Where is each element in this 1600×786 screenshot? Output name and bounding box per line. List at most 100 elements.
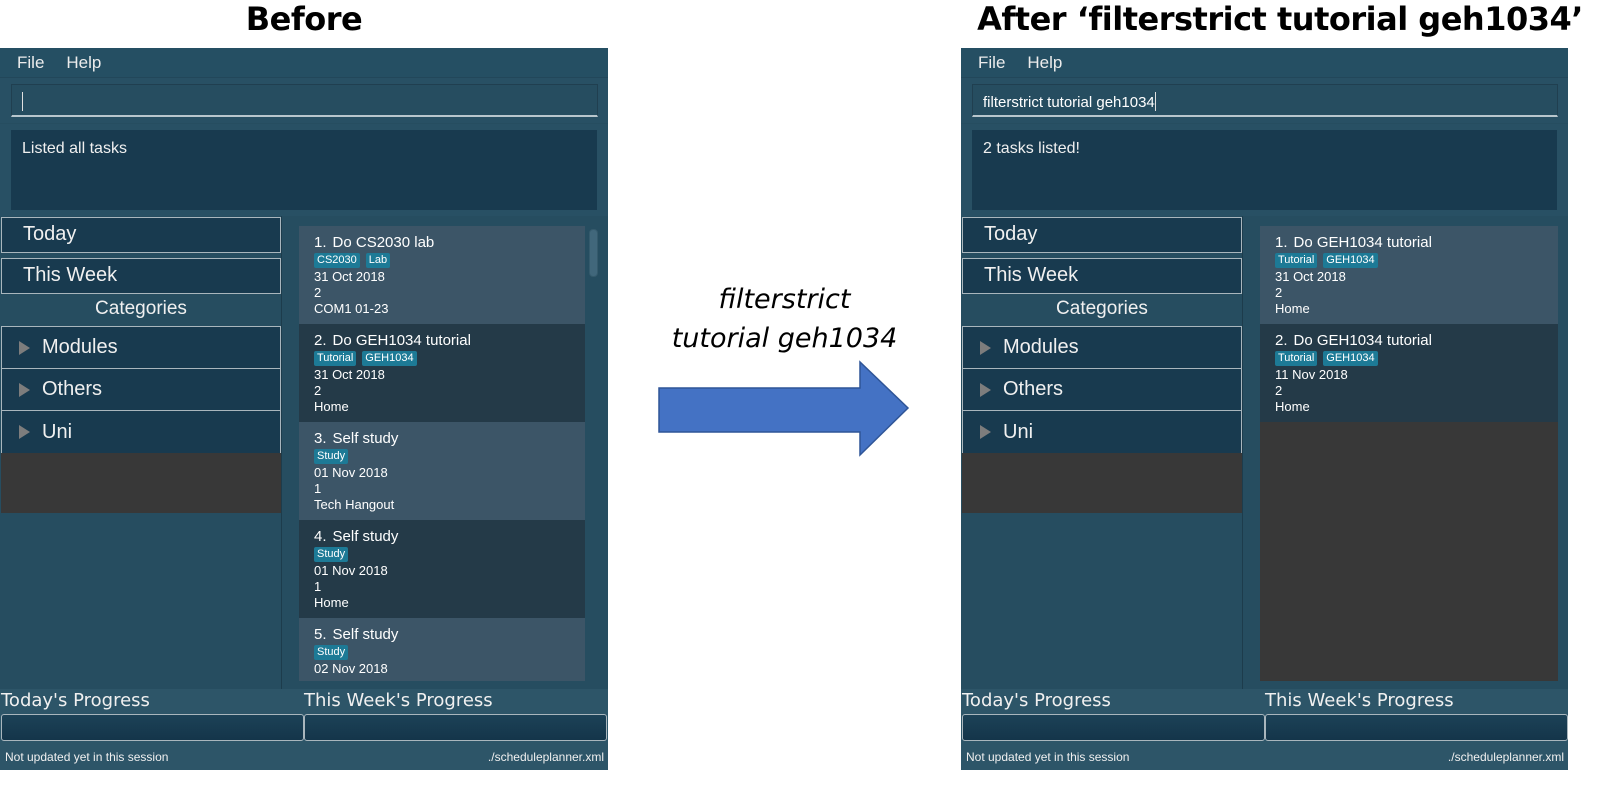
task-index: 2. [1275, 332, 1288, 349]
today-progress-label: Today's Progress [962, 690, 1111, 711]
category-uni[interactable]: Uni [2, 411, 280, 453]
expand-triangle-icon[interactable] [19, 382, 30, 397]
today-button[interactable]: Today [962, 217, 1242, 253]
category-others[interactable]: Others [2, 369, 280, 411]
result-display: Listed all tasks [11, 130, 597, 210]
task-venue: Tech Hangout [314, 497, 395, 512]
menu-file[interactable]: File [967, 53, 1016, 73]
result-display: 2 tasks listed! [972, 130, 1557, 210]
task-list-scrollbar[interactable] [589, 229, 598, 277]
expand-triangle-icon[interactable] [980, 340, 991, 355]
app-window-after: File Help filterstrict tutorial geh1034 … [961, 48, 1568, 770]
task-index: 1. [314, 234, 327, 251]
text-caret [1154, 92, 1156, 111]
task-list: 1. Do GEH1034 tutorial Tutorial GEH1034 31 O… [1260, 226, 1558, 681]
category-uni[interactable]: Uni [963, 411, 1241, 453]
before-heading: Before [245, 0, 363, 38]
task-tags: Tutorial GEH1034 [1275, 253, 1543, 268]
this-week-button[interactable]: This Week [1, 258, 281, 294]
task-priority: 2 [1275, 383, 1283, 398]
app-window-before: File Help Listed all tasks Today This We… [0, 48, 608, 770]
task-index: 1. [1275, 234, 1288, 251]
expand-triangle-icon[interactable] [980, 382, 991, 397]
task-name: Do CS2030 lab [332, 234, 435, 251]
task-name: Self study [332, 626, 399, 643]
task-date: 01 Nov 2018 [314, 563, 388, 578]
task-tag: Tutorial [1275, 253, 1318, 268]
sync-status: Not updated yet in this session [966, 750, 1130, 764]
task-date: 11 Nov 2018 [1275, 367, 1348, 382]
category-others[interactable]: Others [963, 369, 1241, 411]
category-modules[interactable]: Modules [2, 327, 280, 369]
task-tags: CS2030 Lab [314, 253, 570, 268]
week-progress-label: This Week's Progress [304, 690, 493, 711]
sidebar: Today This Week Categories Modules Other… [961, 216, 1243, 689]
today-progress-label: Today's Progress [1, 690, 150, 711]
task-name: Self study [332, 528, 399, 545]
task-priority: 2 [1275, 285, 1283, 300]
task-title: 5. Self study [314, 626, 570, 644]
task-priority: 2 [314, 383, 322, 398]
task-title: 1. Do GEH1034 tutorial [1275, 234, 1543, 252]
tree-empty-area [962, 453, 1242, 513]
task-title: 4. Self study [314, 528, 570, 546]
task-card[interactable]: 1. Do GEH1034 tutorial Tutorial GEH1034 31 O… [1260, 226, 1558, 324]
save-location: ./scheduleplanner.xml [487, 750, 604, 764]
this-week-button[interactable]: This Week [962, 258, 1242, 294]
command-input[interactable] [11, 84, 598, 117]
task-tag: Study [314, 449, 349, 464]
category-label: Uni [1003, 420, 1034, 443]
week-progress-label: This Week's Progress [1265, 690, 1454, 711]
task-card[interactable]: 5. Self study Study 02 Nov 2018 [299, 618, 585, 681]
save-location: ./scheduleplanner.xml [1447, 750, 1564, 764]
command-caption: filterstrict tutorial geh1034 [608, 280, 961, 358]
task-list: 1. Do CS2030 lab CS2030 Lab 31 Oct 2018 2 COM1… [299, 226, 585, 681]
category-modules[interactable]: Modules [963, 327, 1241, 369]
categories-tree: Modules Others Uni [1, 326, 281, 454]
command-caption-line1: filterstrict [718, 284, 851, 315]
command-input[interactable]: filterstrict tutorial geh1034 [972, 84, 1558, 117]
task-date: 02 Nov 2018 [314, 661, 388, 676]
menu-help[interactable]: Help [55, 53, 112, 73]
task-index: 3. [314, 430, 327, 447]
task-tag: Study [314, 645, 349, 660]
task-card[interactable]: 3. Self study Study 01 Nov 2018 1 Tech Hangou… [299, 422, 585, 520]
command-input-text: filterstrict tutorial geh1034 [983, 94, 1155, 111]
category-label: Others [42, 378, 103, 400]
task-list-panel: 1. Do CS2030 lab CS2030 Lab 31 Oct 2018 2 COM1… [283, 216, 608, 689]
text-caret [22, 92, 23, 111]
after-heading: After ‘filterstrict tutorial geh1034’ [977, 0, 1583, 38]
task-card[interactable]: 2. Do GEH1034 tutorial Tutorial GEH1034 31 O… [299, 324, 585, 422]
category-label: Modules [1003, 336, 1079, 358]
today-button[interactable]: Today [1, 217, 281, 253]
command-caption-line2: tutorial geh1034 [671, 323, 898, 354]
task-venue: Home [314, 399, 349, 414]
expand-triangle-icon[interactable] [19, 425, 30, 439]
task-tag: GEH1034 [1323, 351, 1378, 366]
status-bar: Not updated yet in this session ./schedu… [0, 745, 608, 770]
categories-tree: Modules Others Uni [962, 326, 1242, 454]
transition-annotation: filterstrict tutorial geh1034 [608, 0, 961, 786]
menu-file[interactable]: File [6, 53, 55, 73]
result-display-container: 2 tasks listed! [961, 124, 1568, 216]
sync-status: Not updated yet in this session [5, 750, 169, 764]
task-priority: 1 [314, 481, 322, 496]
categories-title: Categories [95, 298, 187, 319]
expand-triangle-icon[interactable] [980, 425, 991, 439]
task-tags: Study [314, 645, 570, 660]
task-tag: CS2030 [314, 253, 360, 268]
tree-empty-area [1, 453, 281, 513]
today-progress-bar [962, 714, 1265, 741]
task-card[interactable]: 4. Self study Study 01 Nov 2018 1 Home [299, 520, 585, 618]
task-venue: COM1 01-23 [314, 301, 389, 316]
category-label: Others [1003, 378, 1064, 400]
task-tag: GEH1034 [362, 351, 417, 366]
task-card[interactable]: 1. Do CS2030 lab CS2030 Lab 31 Oct 2018 2 COM1… [299, 226, 585, 324]
menu-help[interactable]: Help [1016, 53, 1073, 73]
task-tag: GEH1034 [1323, 253, 1378, 268]
progress-panel: Today's Progress This Week's Progress [0, 689, 608, 745]
task-tags: Study [314, 449, 570, 464]
expand-triangle-icon[interactable] [19, 340, 30, 355]
task-card[interactable]: 2. Do GEH1034 tutorial Tutorial GEH1034 11 N… [1260, 324, 1558, 422]
task-date: 31 Oct 2018 [1275, 269, 1346, 284]
